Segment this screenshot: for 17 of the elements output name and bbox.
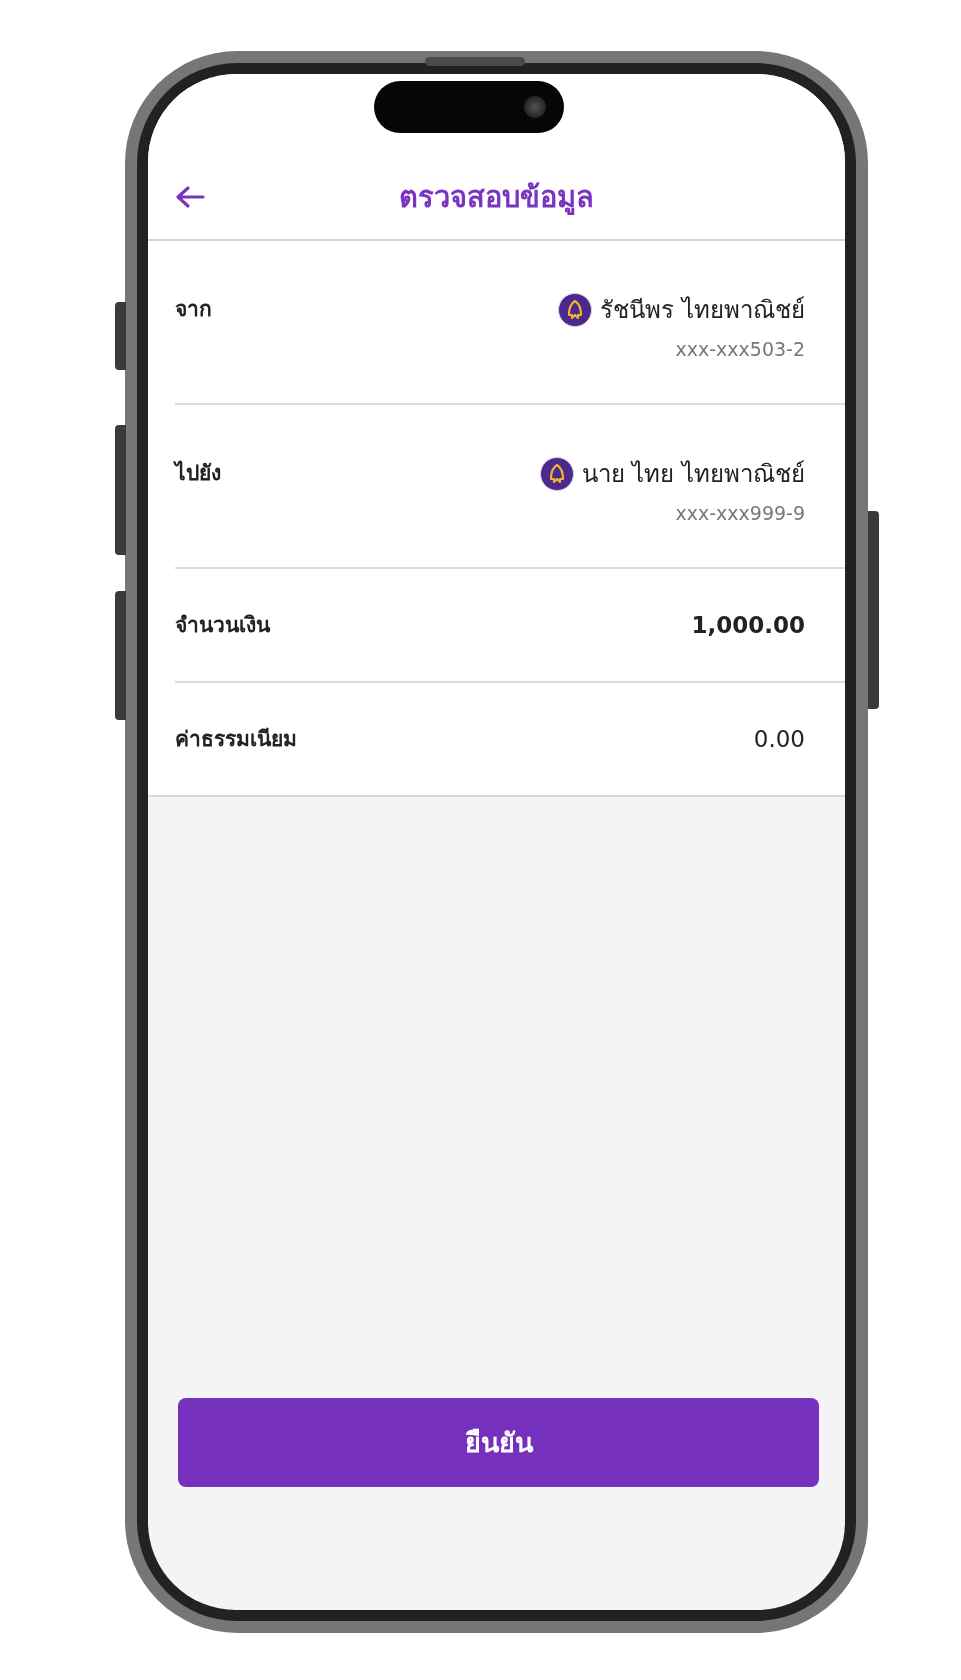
account-name: นาย ไทย ไทยพาณิชย์ <box>581 459 805 490</box>
account-name: รัชนีพร ไทยพาณิชย์ <box>600 295 805 326</box>
bank-logo-icon <box>539 457 574 491</box>
account-number: xxx-xxx503-2 <box>675 337 805 362</box>
back-arrow-icon <box>175 185 205 209</box>
row-label: จำนวนเงิน <box>175 612 270 639</box>
amount-value: 1,000.00 <box>691 611 805 640</box>
account-number: xxx-xxx999-9 <box>675 501 805 526</box>
camera-lens <box>524 96 546 118</box>
row-label: จาก <box>175 296 212 323</box>
confirm-button[interactable]: ยืนยัน <box>178 1398 819 1487</box>
bank-logo-icon <box>558 293 593 327</box>
page-title: ตรวจสอบข้อมูล <box>399 179 594 217</box>
row-label: ไปยัง <box>175 459 221 487</box>
back-button[interactable] <box>175 185 205 209</box>
row-label: ค่าธรรมเนียม <box>175 726 297 753</box>
fee-value: 0.00 <box>753 725 805 754</box>
